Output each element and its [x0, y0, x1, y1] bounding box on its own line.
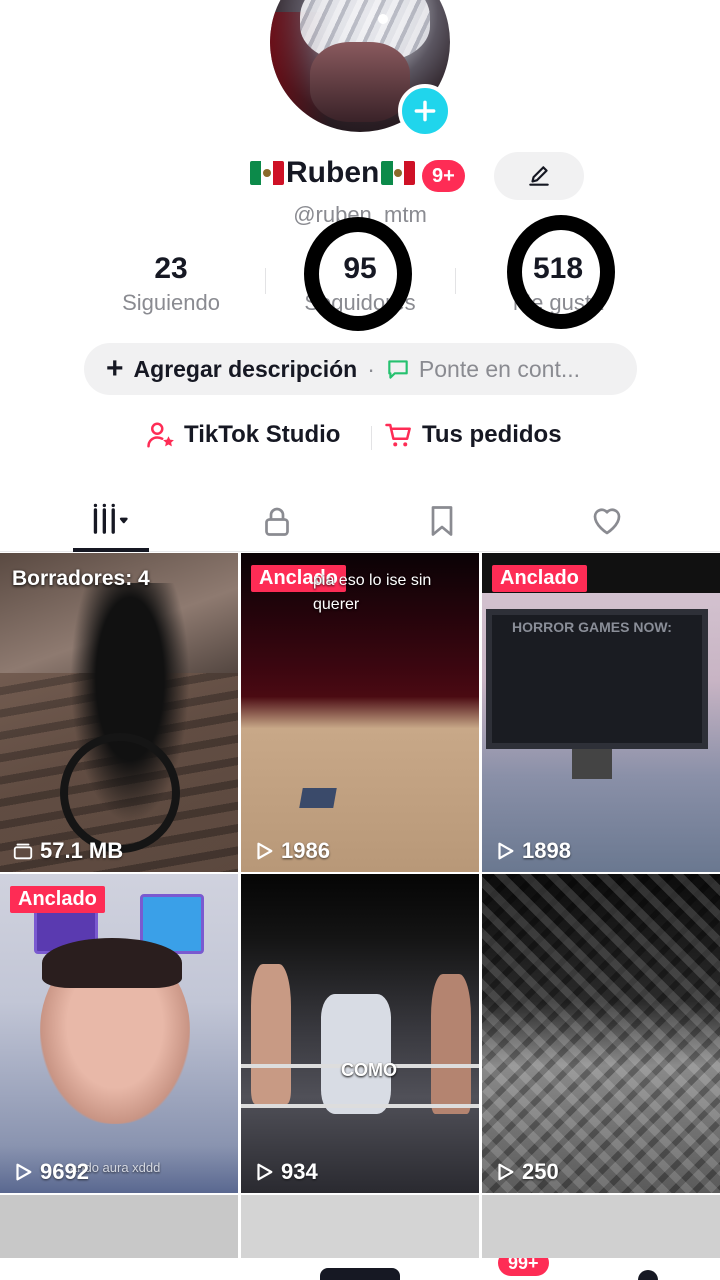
- notification-badge[interactable]: 9+: [422, 160, 465, 192]
- play-icon: [257, 1163, 273, 1181]
- view-count-text: 934: [281, 1159, 318, 1184]
- tab-saved[interactable]: [397, 490, 487, 552]
- cart-icon: [385, 423, 411, 447]
- stat-label: Siguiendo: [122, 290, 220, 315]
- mexico-flag-icon: [381, 161, 416, 185]
- stat-following[interactable]: 23 Siguiendo: [76, 250, 266, 316]
- pinned-badge: Anclado: [492, 565, 587, 592]
- add-avatar-plus-icon[interactable]: [398, 84, 452, 138]
- video-tile[interactable]: 250: [482, 874, 720, 1193]
- view-count-text: 250: [522, 1159, 559, 1184]
- plus-icon: +: [106, 352, 124, 385]
- view-count: 250: [494, 1159, 559, 1185]
- profile-name: Ruben: [250, 156, 416, 190]
- stat-value: 23: [154, 252, 188, 285]
- heart-icon: [593, 508, 621, 535]
- tab-videos[interactable]: [66, 490, 156, 552]
- stat-likes[interactable]: 518 Me gusta: [463, 250, 653, 316]
- lock-icon: [265, 507, 289, 536]
- view-count: 1986: [253, 838, 330, 864]
- view-count-text: 1898: [522, 838, 571, 863]
- stat-divider: [265, 268, 266, 294]
- view-count: 1898: [494, 838, 571, 864]
- orders-link[interactable]: Tus pedidos: [384, 420, 562, 450]
- tab-liked[interactable]: [562, 490, 652, 552]
- profile-tabs: [0, 490, 720, 552]
- video-tile[interactable]: Anclado ando aura xddd 9692: [0, 874, 238, 1193]
- pencil-icon: [529, 166, 549, 186]
- profile-nav-icon[interactable]: [638, 1270, 658, 1280]
- video-tile-partial[interactable]: [482, 1195, 720, 1258]
- draft-size: 57.1 MB: [12, 838, 123, 864]
- mexico-flag-icon: [250, 161, 284, 185]
- profile-name-row: Ruben 9+: [0, 152, 720, 200]
- studio-label: TikTok Studio: [184, 421, 341, 448]
- monitor-text: HORROR GAMES NOW:: [512, 619, 672, 635]
- link-divider: [371, 426, 372, 450]
- tiktok-studio-link[interactable]: TikTok Studio: [146, 420, 340, 450]
- studio-person-star-icon: [147, 422, 174, 448]
- separator-dot: ·: [367, 355, 375, 382]
- stat-divider: [455, 268, 456, 294]
- view-count-text: 9692: [40, 1159, 89, 1184]
- video-tile[interactable]: HORROR GAMES NOW: Anclado 1898: [482, 553, 720, 872]
- edit-profile-button[interactable]: [494, 152, 584, 200]
- video-caption: COMO: [341, 1060, 397, 1080]
- view-count: 934: [253, 1159, 318, 1185]
- contact-button[interactable]: Ponte en cont...: [419, 356, 580, 383]
- tab-private[interactable]: [232, 490, 322, 552]
- bio-row[interactable]: + Agregar descripción · Ponte en cont...: [84, 343, 637, 395]
- video-tile-partial[interactable]: [241, 1195, 479, 1258]
- video-tile-drafts[interactable]: Borradores: 4 57.1 MB: [0, 553, 238, 872]
- play-icon: [498, 842, 514, 860]
- grid-icon: [93, 503, 128, 534]
- profile-avatar[interactable]: [270, 0, 452, 138]
- stat-label: Me gusta: [512, 290, 604, 315]
- play-icon: [16, 1163, 32, 1181]
- drafts-label: Borradores: 4: [12, 567, 150, 590]
- profile-name-text: Ruben: [286, 156, 380, 189]
- stat-value: 95: [343, 252, 377, 285]
- active-tab-indicator: [73, 548, 149, 552]
- view-count-text: 1986: [281, 838, 330, 863]
- draft-size-text: 57.1 MB: [40, 838, 124, 863]
- video-caption: pia eso lo ise sin querer: [313, 572, 432, 613]
- orders-label: Tus pedidos: [422, 421, 562, 448]
- video-tile[interactable]: Anclado pia eso lo ise sin querer 1986: [241, 553, 479, 872]
- chat-bubble-icon: [388, 360, 408, 379]
- folder-stack-icon: [13, 843, 33, 860]
- video-tile-partial[interactable]: [0, 1195, 238, 1258]
- play-icon: [257, 842, 273, 860]
- stat-label: Seguidores: [304, 290, 416, 315]
- profile-stats: 23 Siguiendo 95 Seguidores 518 Me gusta: [0, 250, 720, 320]
- add-description-button[interactable]: Agregar descripción: [134, 356, 358, 383]
- profile-handle: @ruben_mtm: [293, 202, 427, 227]
- play-icon: [498, 1163, 514, 1181]
- view-count: 9692: [12, 1159, 89, 1185]
- creator-links-row: TikTok Studio Tus pedidos: [0, 418, 720, 458]
- stat-value: 518: [532, 252, 584, 285]
- bottom-navigation: 99+: [0, 1258, 720, 1280]
- stat-followers[interactable]: 95 Seguidores: [265, 250, 455, 316]
- video-tile[interactable]: COMO 934: [241, 874, 479, 1193]
- create-button[interactable]: [320, 1268, 400, 1280]
- pinned-badge: Anclado: [10, 886, 105, 913]
- inbox-badge[interactable]: 99+: [498, 1258, 549, 1276]
- bookmark-icon: [431, 506, 453, 536]
